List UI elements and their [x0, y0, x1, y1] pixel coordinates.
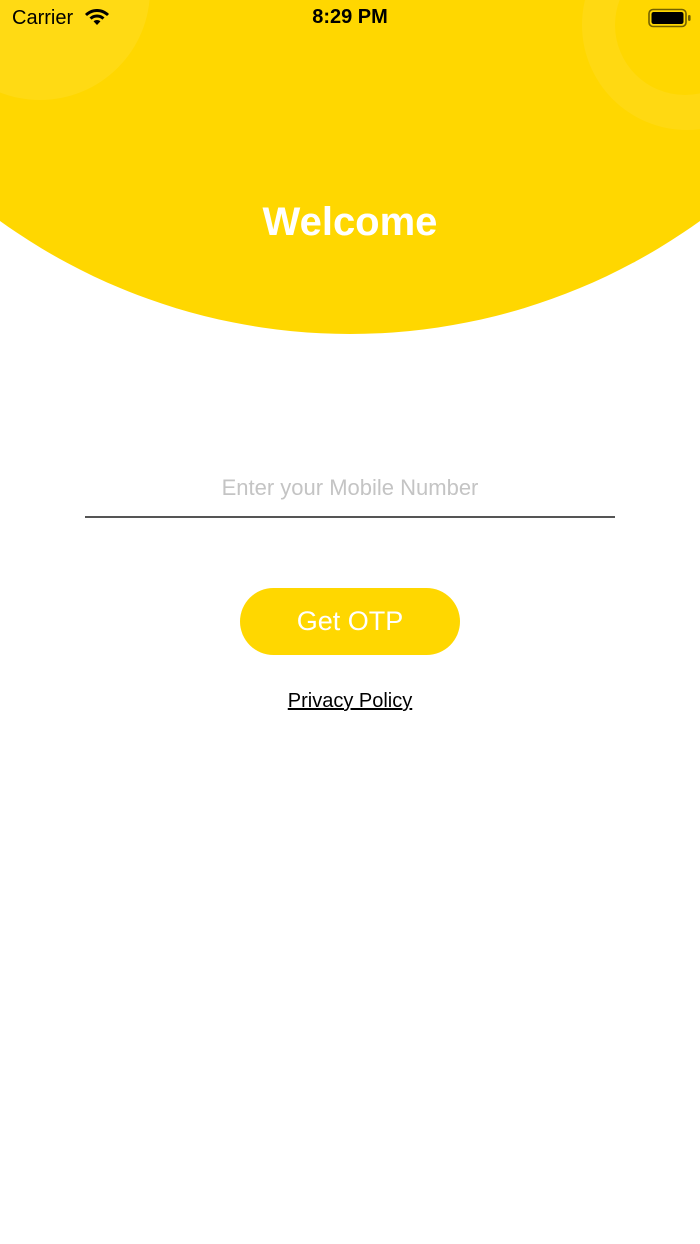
get-otp-button[interactable]: Get OTP	[240, 588, 460, 655]
mobile-number-input[interactable]	[85, 460, 615, 518]
battery-icon	[648, 8, 691, 28]
status-time: 8:29 PM	[312, 6, 388, 28]
status-bar: Carrier 8:29 PM	[0, 0, 700, 36]
page-title: Welcome	[262, 200, 438, 244]
privacy-policy-container: Privacy Policy	[0, 690, 700, 713]
welcome-screen: Carrier 8:29 PM Welcome Get OTP Privacy …	[0, 0, 700, 1244]
privacy-policy-link[interactable]: Privacy Policy	[288, 690, 412, 712]
